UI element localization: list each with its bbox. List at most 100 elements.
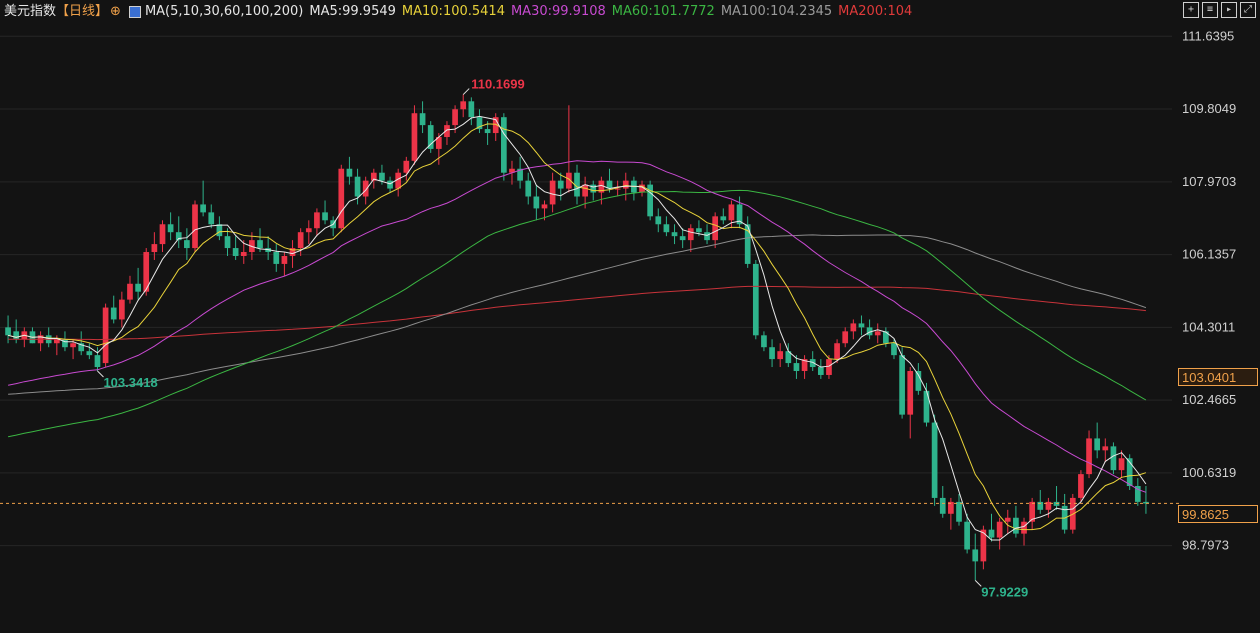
candle-body — [761, 335, 767, 348]
ma200-line — [8, 285, 1146, 341]
candle-body — [858, 323, 865, 328]
candle-body — [679, 236, 686, 241]
candle-body — [622, 180, 629, 189]
candle-body — [135, 283, 141, 292]
candle-body — [704, 232, 710, 241]
candle-body — [931, 422, 938, 498]
y-tick-label: 111.6395 — [1182, 28, 1234, 43]
period-label[interactable]: 【日线】 — [56, 3, 108, 21]
candle-body — [184, 240, 190, 249]
candle-body — [379, 172, 385, 181]
local-low-label: 103.3418 — [103, 375, 157, 390]
indicator-icon[interactable] — [128, 6, 141, 18]
candlestick-chart[interactable]: 111.6395 109.8049 107.9703 106.1357 104.3011… — [0, 0, 1260, 633]
y-tick-label: 100.6319 — [1182, 465, 1236, 480]
candle-body — [200, 204, 206, 213]
candle-body — [525, 180, 532, 197]
low-label: 97.9229 — [981, 584, 1028, 599]
candle-body — [102, 307, 109, 364]
candle-body — [996, 521, 1003, 538]
candle-body — [687, 228, 694, 241]
candle-body — [5, 327, 11, 336]
candle-body — [728, 204, 735, 221]
candle-body — [549, 180, 556, 205]
candle-body — [923, 390, 930, 423]
candle-body — [354, 176, 361, 197]
candle-body — [793, 363, 800, 372]
candle-body — [192, 204, 198, 249]
candle-body — [240, 252, 247, 256]
ma30-value: MA30:99.9108 — [510, 4, 606, 19]
candle-body — [167, 224, 174, 233]
plus-square-icon[interactable]: + — [1183, 2, 1199, 18]
candle-body — [541, 204, 548, 209]
candle-body — [273, 252, 280, 264]
ma5-value: MA5:99.9549 — [309, 4, 396, 19]
candle-body — [86, 351, 93, 356]
candle-body — [501, 117, 507, 173]
candle-body — [468, 101, 475, 118]
candle-body — [452, 109, 458, 126]
y-tick-label: 109.8049 — [1182, 101, 1236, 116]
expand-icon[interactable]: ⤢ — [1240, 2, 1256, 18]
candle-body — [663, 224, 670, 233]
candle-body — [387, 180, 393, 189]
play-icon[interactable]: ▸ — [1221, 2, 1237, 18]
candle-body — [939, 497, 946, 514]
candle-body — [826, 359, 832, 375]
candle-body — [696, 228, 702, 233]
candle-body — [484, 129, 491, 134]
candle-body — [915, 371, 922, 391]
candle-body — [127, 283, 133, 300]
candle-body — [834, 343, 840, 360]
ma100-value: MA100:104.2345 — [720, 4, 833, 19]
candle-body — [362, 180, 369, 197]
candle-body — [752, 263, 759, 336]
candle-body — [208, 212, 215, 225]
ma200-value: MA200:104 — [838, 4, 913, 19]
candle-body — [582, 184, 588, 197]
candle-body — [956, 501, 962, 522]
candle-body — [281, 255, 288, 264]
candle-body — [874, 331, 881, 336]
candle-body — [817, 367, 824, 375]
bar-chart-icon[interactable]: ≡ — [1202, 2, 1218, 18]
candle-body — [964, 521, 970, 550]
candle-body — [232, 248, 239, 256]
y-tick-label: 102.4665 — [1182, 392, 1236, 407]
candle-body — [94, 355, 101, 368]
ma-label: MA(5,10,30,60,100,200) — [144, 4, 304, 19]
candle-body — [338, 168, 345, 229]
candle-body — [557, 180, 564, 189]
candle-body — [1013, 517, 1019, 534]
candle-body — [216, 224, 223, 237]
candle-body — [297, 232, 304, 249]
high-label: 110.1699 — [471, 77, 525, 92]
candle-body — [1094, 438, 1101, 451]
ma30-line — [8, 160, 1147, 493]
candle-body — [972, 549, 979, 562]
candle-body — [159, 224, 166, 245]
candle-body — [427, 125, 434, 149]
candle-body — [257, 240, 263, 249]
chart-toolbar: + ≡ ▸ ⤢ — [1183, 2, 1256, 18]
add-indicator-icon[interactable]: ⊕ — [110, 3, 121, 21]
candle-body — [988, 529, 995, 538]
candle-body — [1086, 438, 1092, 475]
candle-body — [671, 232, 678, 237]
candle-body — [720, 216, 727, 221]
chart-area[interactable]: 111.6395 109.8049 107.9703 106.1357 104.3011… — [0, 0, 1260, 633]
candle-body — [899, 355, 905, 415]
candle-body — [1078, 474, 1084, 498]
candle-body — [403, 160, 410, 173]
candle-body — [119, 299, 125, 320]
candle-body — [1118, 458, 1125, 471]
candle-body — [346, 168, 353, 177]
candle-body — [314, 212, 320, 229]
y-tick-label: 104.3011 — [1182, 319, 1235, 334]
candle-body — [769, 347, 775, 360]
candle-body — [777, 351, 784, 360]
candle-body — [712, 216, 719, 241]
y-tick-label: 106.1357 — [1182, 247, 1236, 262]
candle-body — [460, 101, 467, 110]
